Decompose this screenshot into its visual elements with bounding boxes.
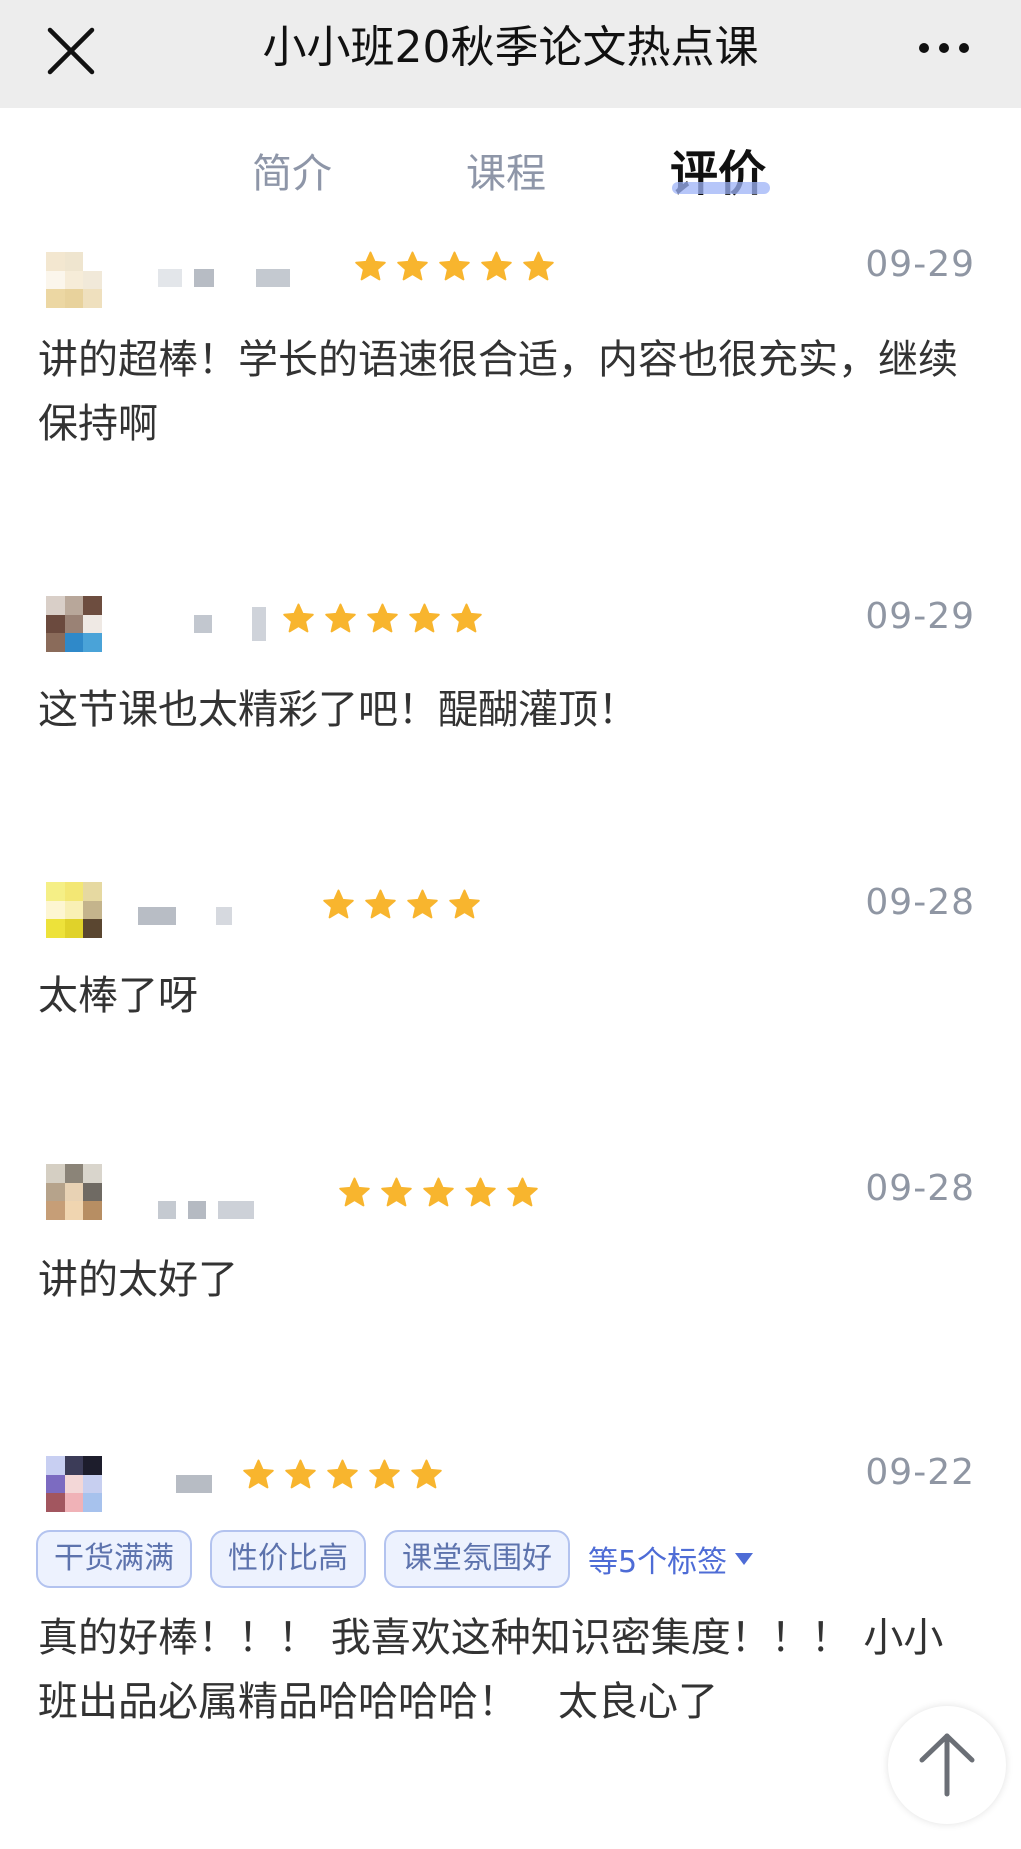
page-title: 小小班20秋季论文热点课 bbox=[262, 22, 759, 73]
blurred-nickname bbox=[158, 268, 290, 288]
star-icon bbox=[242, 1458, 275, 1491]
more-tags-label: 等5个标签 bbox=[588, 1545, 728, 1580]
star-icon bbox=[522, 250, 555, 283]
tag-chip[interactable]: 性价比高 bbox=[210, 1530, 366, 1588]
review-content: 真的好棒！！！ 我喜欢这种知识密集度！！！ 小小班出品必属精品哈哈哈哈！ 太良心… bbox=[38, 1615, 944, 1725]
star-icon bbox=[410, 1458, 443, 1491]
tab-review[interactable]: 评价 bbox=[670, 144, 766, 204]
review-content: 讲的超棒！学长的语速很合适，内容也很充实，继续保持啊 bbox=[38, 337, 958, 447]
star-icon bbox=[448, 888, 481, 921]
star-icon bbox=[396, 250, 429, 283]
avatar bbox=[46, 1456, 102, 1512]
tab-intro[interactable]: 简介 bbox=[252, 144, 332, 204]
star-icon bbox=[284, 1458, 317, 1491]
star-icon bbox=[322, 888, 355, 921]
blurred-nickname bbox=[158, 1200, 254, 1220]
close-button[interactable] bbox=[44, 24, 98, 78]
star-icon bbox=[450, 602, 483, 635]
star-icon bbox=[380, 1176, 413, 1209]
caret-down-icon bbox=[735, 1553, 754, 1565]
active-tab-indicator bbox=[672, 182, 770, 194]
review-content: 讲的太好了 bbox=[38, 1257, 238, 1303]
more-tags-button[interactable]: 等5个标签 bbox=[588, 1537, 755, 1581]
tag-chip[interactable]: 干货满满 bbox=[36, 1530, 192, 1588]
tag-chip[interactable]: 课堂氛围好 bbox=[384, 1530, 570, 1588]
rating-stars bbox=[322, 888, 481, 921]
star-icon bbox=[354, 250, 387, 283]
star-icon bbox=[326, 1458, 359, 1491]
review-date: 09-28 bbox=[865, 1168, 975, 1209]
star-icon bbox=[282, 602, 315, 635]
star-icon bbox=[438, 250, 471, 283]
tab-bar: 简介 课程 评价 bbox=[0, 108, 1021, 218]
star-icon bbox=[366, 602, 399, 635]
star-icon bbox=[408, 602, 441, 635]
review-content: 这节课也太精彩了吧！醍醐灌顶！ bbox=[38, 687, 638, 733]
star-icon bbox=[406, 888, 439, 921]
star-icon bbox=[506, 1176, 539, 1209]
review-tags: 干货满满 性价比高 课堂氛围好 等5个标签 bbox=[36, 1530, 755, 1588]
blurred-nickname bbox=[176, 1474, 212, 1494]
star-icon bbox=[324, 602, 357, 635]
rating-stars bbox=[354, 250, 555, 283]
rating-stars bbox=[338, 1176, 539, 1209]
star-icon bbox=[480, 250, 513, 283]
star-icon bbox=[368, 1458, 401, 1491]
review-date: 09-29 bbox=[865, 244, 975, 285]
star-icon bbox=[422, 1176, 455, 1209]
more-horizontal-icon bbox=[919, 43, 969, 53]
review-date: 09-22 bbox=[865, 1452, 975, 1493]
blurred-nickname bbox=[194, 607, 266, 641]
blurred-nickname bbox=[138, 906, 232, 926]
star-icon bbox=[338, 1176, 371, 1209]
review-content: 太棒了呀 bbox=[38, 973, 198, 1019]
star-icon bbox=[364, 888, 397, 921]
tab-course[interactable]: 课程 bbox=[466, 144, 546, 204]
top-bar: 小小班20秋季论文热点课 bbox=[0, 0, 1021, 108]
avatar bbox=[46, 596, 102, 652]
avatar bbox=[46, 882, 102, 938]
avatar bbox=[46, 252, 102, 308]
scroll-to-top-button[interactable] bbox=[888, 1706, 1006, 1824]
arrow-up-icon bbox=[919, 1733, 975, 1797]
star-icon bbox=[464, 1176, 497, 1209]
avatar bbox=[46, 1164, 102, 1220]
close-icon bbox=[47, 27, 95, 75]
review-date: 09-29 bbox=[865, 596, 975, 637]
more-options-button[interactable] bbox=[914, 28, 974, 68]
review-date: 09-28 bbox=[865, 882, 975, 923]
rating-stars bbox=[282, 602, 483, 635]
rating-stars bbox=[242, 1458, 443, 1491]
